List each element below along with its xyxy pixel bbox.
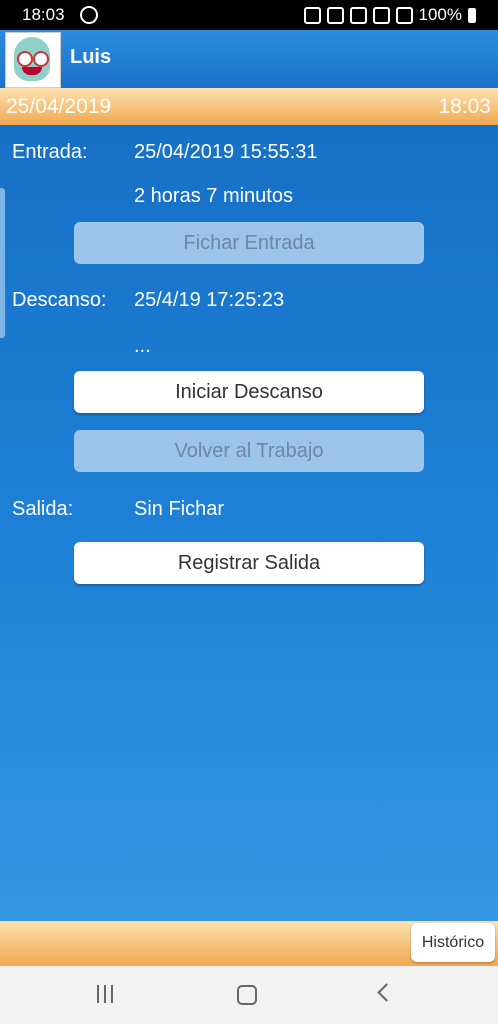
avatar-face — [14, 37, 50, 81]
avatar-eye-left — [17, 51, 33, 67]
battery-percent: 100% — [418, 5, 462, 24]
whatsapp-icon — [80, 6, 98, 24]
app-header: Luis — [0, 30, 498, 88]
system-nav-bar — [0, 966, 498, 1024]
location-icon — [349, 6, 367, 24]
entrada-duration: 2 horas 7 minutos — [134, 185, 293, 207]
signal-icon — [395, 6, 413, 24]
bluetooth-icon — [326, 6, 344, 24]
descanso-timestamp: 25/4/19 17:25:23 — [134, 289, 285, 311]
date-bar: 25/04/2019 18:03 — [0, 88, 498, 125]
salida-status: Sin Fichar — [134, 498, 225, 520]
avatar-mouth — [22, 67, 42, 75]
status-bar: 18:03 100% — [0, 0, 498, 30]
home-icon[interactable] — [237, 985, 257, 1005]
descanso-label: Descanso: — [12, 289, 107, 311]
footer-bar: Histórico — [0, 921, 498, 966]
battery-icon — [468, 7, 476, 23]
user-name: Luis — [70, 46, 112, 68]
recent-apps-icon[interactable] — [97, 985, 117, 1003]
descanso-duration: ... — [134, 335, 151, 357]
alarm-icon — [303, 6, 321, 24]
wifi-icon — [372, 6, 390, 24]
current-time: 18:03 — [438, 95, 491, 118]
salida-label: Salida: — [12, 498, 74, 520]
current-date: 25/04/2019 — [6, 95, 112, 118]
back-icon[interactable] — [377, 983, 396, 1002]
registrar-salida-button[interactable]: Registrar Salida — [74, 542, 424, 584]
main-panel: Entrada: 25/04/2019 15:55:31 2 horas 7 m… — [0, 125, 498, 921]
status-icons: 100% — [303, 5, 476, 25]
avatar-eye-right — [33, 51, 49, 67]
iniciar-descanso-button[interactable]: Iniciar Descanso — [74, 371, 424, 413]
entrada-timestamp: 25/04/2019 15:55:31 — [134, 141, 318, 163]
fichar-entrada-button[interactable]: Fichar Entrada — [74, 222, 424, 264]
status-time: 18:03 — [22, 5, 65, 24]
entrada-label: Entrada: — [12, 141, 88, 163]
historico-button[interactable]: Histórico — [411, 923, 495, 962]
side-drawer-handle[interactable] — [0, 188, 5, 338]
volver-trabajo-button[interactable]: Volver al Trabajo — [74, 430, 424, 472]
avatar[interactable] — [5, 32, 61, 88]
